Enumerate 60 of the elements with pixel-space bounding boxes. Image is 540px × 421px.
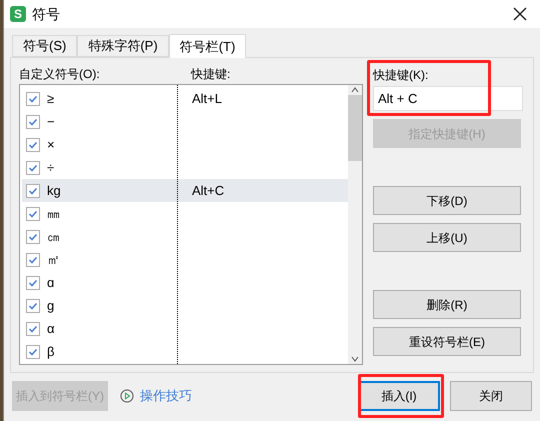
symbol-item[interactable]: ㎝: [47, 226, 180, 246]
field-label: 快捷键(K):: [373, 67, 430, 84]
symbol-item[interactable]: β: [47, 342, 180, 362]
checkmark-icon: [28, 300, 38, 310]
checkmark-icon: [28, 278, 38, 288]
app-logo-icon: S: [10, 6, 26, 22]
checkbox[interactable]: [26, 230, 40, 244]
checkmark-icon: [28, 232, 38, 242]
symbol-item[interactable]: α: [47, 318, 180, 338]
side-button[interactable]: 重设符号栏(E): [373, 327, 521, 356]
checkmark-icon: [28, 254, 38, 264]
close-button[interactable]: [512, 6, 528, 22]
dialog-button[interactable]: 插入(I): [358, 381, 440, 411]
tab[interactable]: 特殊字符(P): [77, 35, 169, 57]
checkmark-icon: [28, 116, 38, 126]
checkbox[interactable]: [26, 298, 40, 312]
side-button[interactable]: 上移(U): [373, 223, 521, 252]
checkmark-icon: [28, 140, 38, 150]
checkmark-icon: [28, 162, 38, 172]
side-button[interactable]: 下移(D): [373, 186, 521, 215]
symbol-item[interactable]: g: [47, 296, 180, 316]
checkmark-icon: [28, 186, 38, 196]
checkbox[interactable]: [26, 92, 40, 106]
checkbox[interactable]: [26, 160, 40, 174]
checkmark-icon: [28, 346, 38, 356]
scrollbar-thumb[interactable]: [348, 95, 362, 161]
checkbox[interactable]: [26, 184, 40, 198]
checkbox[interactable]: [26, 344, 40, 358]
checkmark-icon: [28, 324, 38, 334]
checkbox[interactable]: [26, 138, 40, 152]
scrollbar[interactable]: [348, 85, 362, 364]
scroll-up-icon[interactable]: [350, 85, 360, 95]
tab[interactable]: 符号栏(T): [168, 34, 246, 58]
symbol-item[interactable]: ㎜: [47, 204, 180, 224]
list-label: 自定义符号(O):: [19, 66, 101, 83]
symbol-item[interactable]: −: [47, 112, 180, 132]
shortcut-text: Alt+C: [192, 182, 224, 200]
symbol-item[interactable]: ×: [47, 134, 180, 154]
column-label: 快捷键:: [191, 66, 230, 83]
checkbox[interactable]: [26, 276, 40, 290]
side-button[interactable]: 删除(R): [373, 290, 521, 319]
symbol-item[interactable]: ≥: [47, 88, 180, 108]
shortcut-text: Alt+L: [192, 90, 222, 108]
window-title: 符号: [32, 4, 60, 24]
tab[interactable]: 符号(S): [12, 35, 78, 57]
scroll-down-icon[interactable]: [350, 354, 360, 364]
symbol-item[interactable]: kg: [47, 180, 180, 200]
checkmark-icon: [28, 94, 38, 104]
symbol-item[interactable]: ɑ: [47, 272, 180, 292]
checkmark-icon: [28, 208, 38, 218]
symbol-item[interactable]: ㎡: [47, 250, 180, 270]
checkbox[interactable]: [26, 252, 40, 266]
tips-link[interactable]: 操作技巧: [140, 386, 192, 406]
play-icon: [120, 389, 134, 403]
dialog-button[interactable]: 关闭: [450, 381, 532, 411]
checkbox[interactable]: [26, 322, 40, 336]
symbol-item[interactable]: ÷: [47, 158, 180, 178]
shortcut-field[interactable]: Alt + C: [373, 86, 523, 111]
checkbox[interactable]: [26, 114, 40, 128]
checkbox[interactable]: [26, 206, 40, 220]
